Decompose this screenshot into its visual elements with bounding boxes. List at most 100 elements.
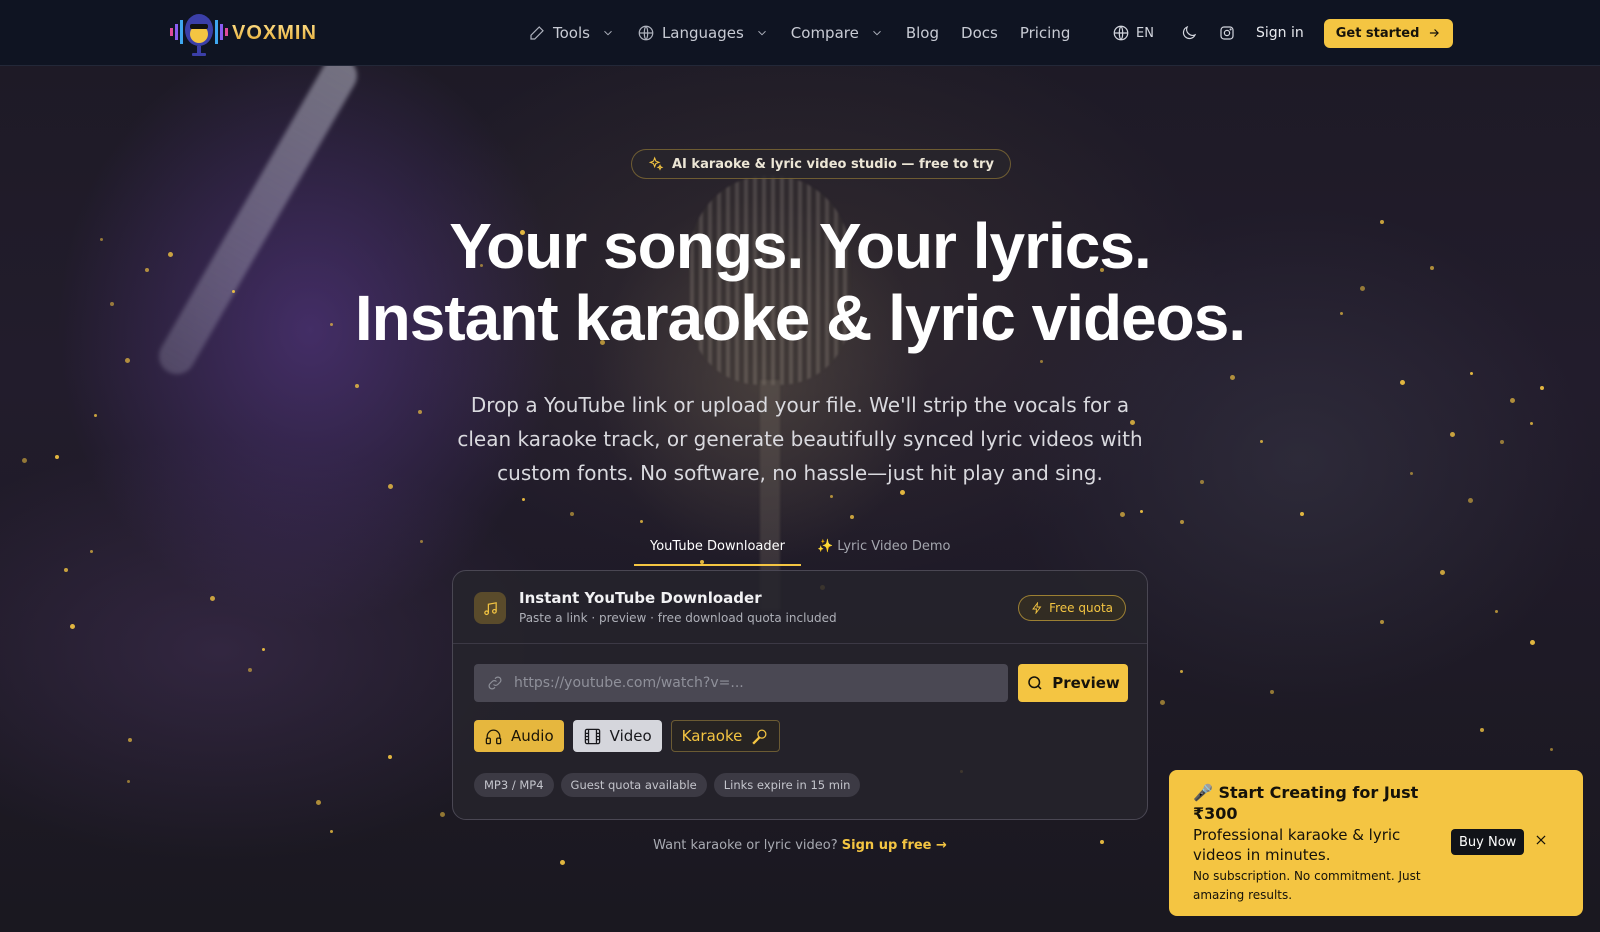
moon-icon: [1182, 25, 1197, 40]
sparkle-dot: [1470, 372, 1473, 375]
sparkle-dot: [1530, 422, 1533, 425]
search-icon: [1028, 676, 1042, 690]
mode-audio-button[interactable]: Audio: [474, 720, 564, 752]
sparkle-dot: [570, 512, 574, 516]
nav-docs-label: Docs: [961, 24, 998, 42]
get-started-label: Get started: [1335, 25, 1420, 41]
brand-name: VOXMIN: [232, 21, 317, 44]
promo-body: Professional karaoke & lyric videos in m…: [1193, 826, 1401, 864]
tool-tabs: YouTube Downloader ✨ Lyric Video Demo: [634, 533, 966, 566]
instagram-link[interactable]: [1218, 24, 1236, 42]
sparkle-dot: [70, 624, 75, 629]
nav-pricing-label: Pricing: [1019, 24, 1071, 42]
sparkle-dot: [640, 520, 643, 523]
chevron-down-icon: [604, 30, 612, 36]
downloader-title: Instant YouTube Downloader: [519, 589, 762, 607]
mode-video-button[interactable]: Video: [572, 720, 662, 752]
sign-in-link[interactable]: Sign in: [1256, 25, 1304, 41]
hero-title-line2: Instant karaoke & lyric videos.: [354, 282, 1246, 354]
sparkle-dot: [1510, 398, 1515, 403]
chevron-down-icon: [757, 30, 766, 36]
promo-close-button[interactable]: [1534, 832, 1554, 852]
headphones-icon: [485, 729, 502, 744]
sparkle-dot: [1550, 748, 1553, 751]
sparkle-dot: [1540, 386, 1544, 390]
sparkle-dot: [355, 384, 359, 388]
get-started-button[interactable]: Get started: [1323, 18, 1454, 48]
tab-youtube-downloader[interactable]: YouTube Downloader: [634, 533, 801, 566]
sparkle-dot: [94, 414, 97, 417]
sparkle-dot: [440, 812, 445, 817]
sparkle-dot: [127, 780, 130, 783]
chip-guest-quota: Guest quota available: [560, 773, 707, 797]
arrow-right-icon: [1430, 29, 1440, 37]
voxmin-mascot-icon: [170, 8, 228, 58]
hero-title: Your songs. Your lyrics. Instant karaoke…: [0, 210, 1600, 354]
music-note-icon: [474, 592, 506, 624]
lightning-icon: [1032, 602, 1042, 614]
sparkle-dot: [55, 455, 59, 459]
top-navbar: VOXMIN Tools Languages Compare Blog Docs…: [0, 0, 1600, 66]
chevron-down-icon: [873, 30, 881, 36]
downloader-card-header: Instant YouTube Downloader Paste a link …: [453, 571, 1147, 644]
main-nav: Tools Languages Compare Blog Docs Pricin…: [528, 0, 1092, 66]
mode-karaoke-button[interactable]: Karaoke: [670, 720, 781, 752]
sparkle-dot: [1270, 690, 1274, 694]
sparkle-dot: [1450, 432, 1455, 437]
sparkle-dot: [1380, 620, 1384, 624]
chip-formats: MP3 / MP4: [474, 773, 554, 797]
sparkle-dot: [1480, 728, 1484, 732]
sparkle-dot: [388, 755, 392, 759]
nav-docs[interactable]: Docs: [961, 24, 998, 42]
format-selector: Audio Video Karaoke: [474, 720, 781, 752]
sparkle-dot: [22, 458, 27, 463]
nav-actions: EN Sign in Get started: [1112, 0, 1454, 66]
sparkle-dot: [64, 568, 68, 572]
youtube-url-input[interactable]: [514, 675, 994, 691]
chip-link-expiry: Links expire in 15 min: [713, 773, 861, 797]
promo-note: No subscription. No commitment. Just ama…: [1193, 869, 1421, 902]
sparkle-dot: [316, 800, 321, 805]
nav-tools[interactable]: Tools: [528, 24, 615, 42]
tab-lyric-video-demo[interactable]: ✨ Lyric Video Demo: [801, 533, 966, 566]
microphone-icon: [752, 729, 767, 745]
nav-pricing[interactable]: Pricing: [1020, 24, 1071, 42]
nav-tools-label: Tools: [553, 24, 590, 42]
nav-languages[interactable]: Languages: [637, 24, 769, 42]
pen-icon: [530, 26, 544, 40]
sign-up-free-link[interactable]: Sign up free →: [842, 838, 947, 853]
sparkle-dot: [1260, 440, 1263, 443]
nav-compare[interactable]: Compare: [791, 24, 884, 42]
sparkle-dot: [1230, 375, 1235, 380]
sparkles-icon: [648, 156, 664, 171]
language-switcher[interactable]: EN: [1112, 24, 1154, 42]
free-quota-label: Free quota: [1049, 601, 1113, 615]
sparkle-dot: [1160, 700, 1165, 705]
sparkle-dot: [388, 484, 393, 489]
mode-karaoke-label: Karaoke: [681, 727, 743, 745]
sparkle-dot: [210, 596, 215, 601]
sparkle-dot: [1200, 480, 1204, 484]
sparkle-dot: [248, 668, 252, 672]
sparkle-dot: [1530, 640, 1535, 645]
nav-languages-label: Languages: [661, 24, 744, 42]
youtube-url-field[interactable]: [474, 664, 1008, 702]
globe-icon: [638, 25, 654, 41]
mode-audio-label: Audio: [511, 727, 554, 745]
nav-blog[interactable]: Blog: [906, 24, 939, 42]
sparkle-dot: [330, 830, 333, 833]
sparkle-dot: [420, 540, 423, 543]
sparkle-dot: [262, 648, 265, 651]
sparkle-dot: [560, 860, 565, 865]
nav-compare-label: Compare: [790, 24, 859, 42]
brand-logo[interactable]: VOXMIN: [170, 8, 317, 58]
mode-video-label: Video: [609, 727, 652, 745]
theme-toggle[interactable]: [1180, 24, 1198, 42]
close-icon: [1536, 835, 1546, 845]
signup-prompt-text: Want karaoke or lyric video?: [653, 838, 838, 853]
language-code: EN: [1136, 25, 1154, 41]
buy-now-button[interactable]: Buy Now: [1451, 829, 1525, 855]
hero-title-line1: Your songs. Your lyrics.: [449, 210, 1152, 282]
preview-button[interactable]: Preview: [1018, 664, 1128, 702]
promo-title: 🎤 Start Creating for Just ₹300: [1193, 783, 1419, 823]
